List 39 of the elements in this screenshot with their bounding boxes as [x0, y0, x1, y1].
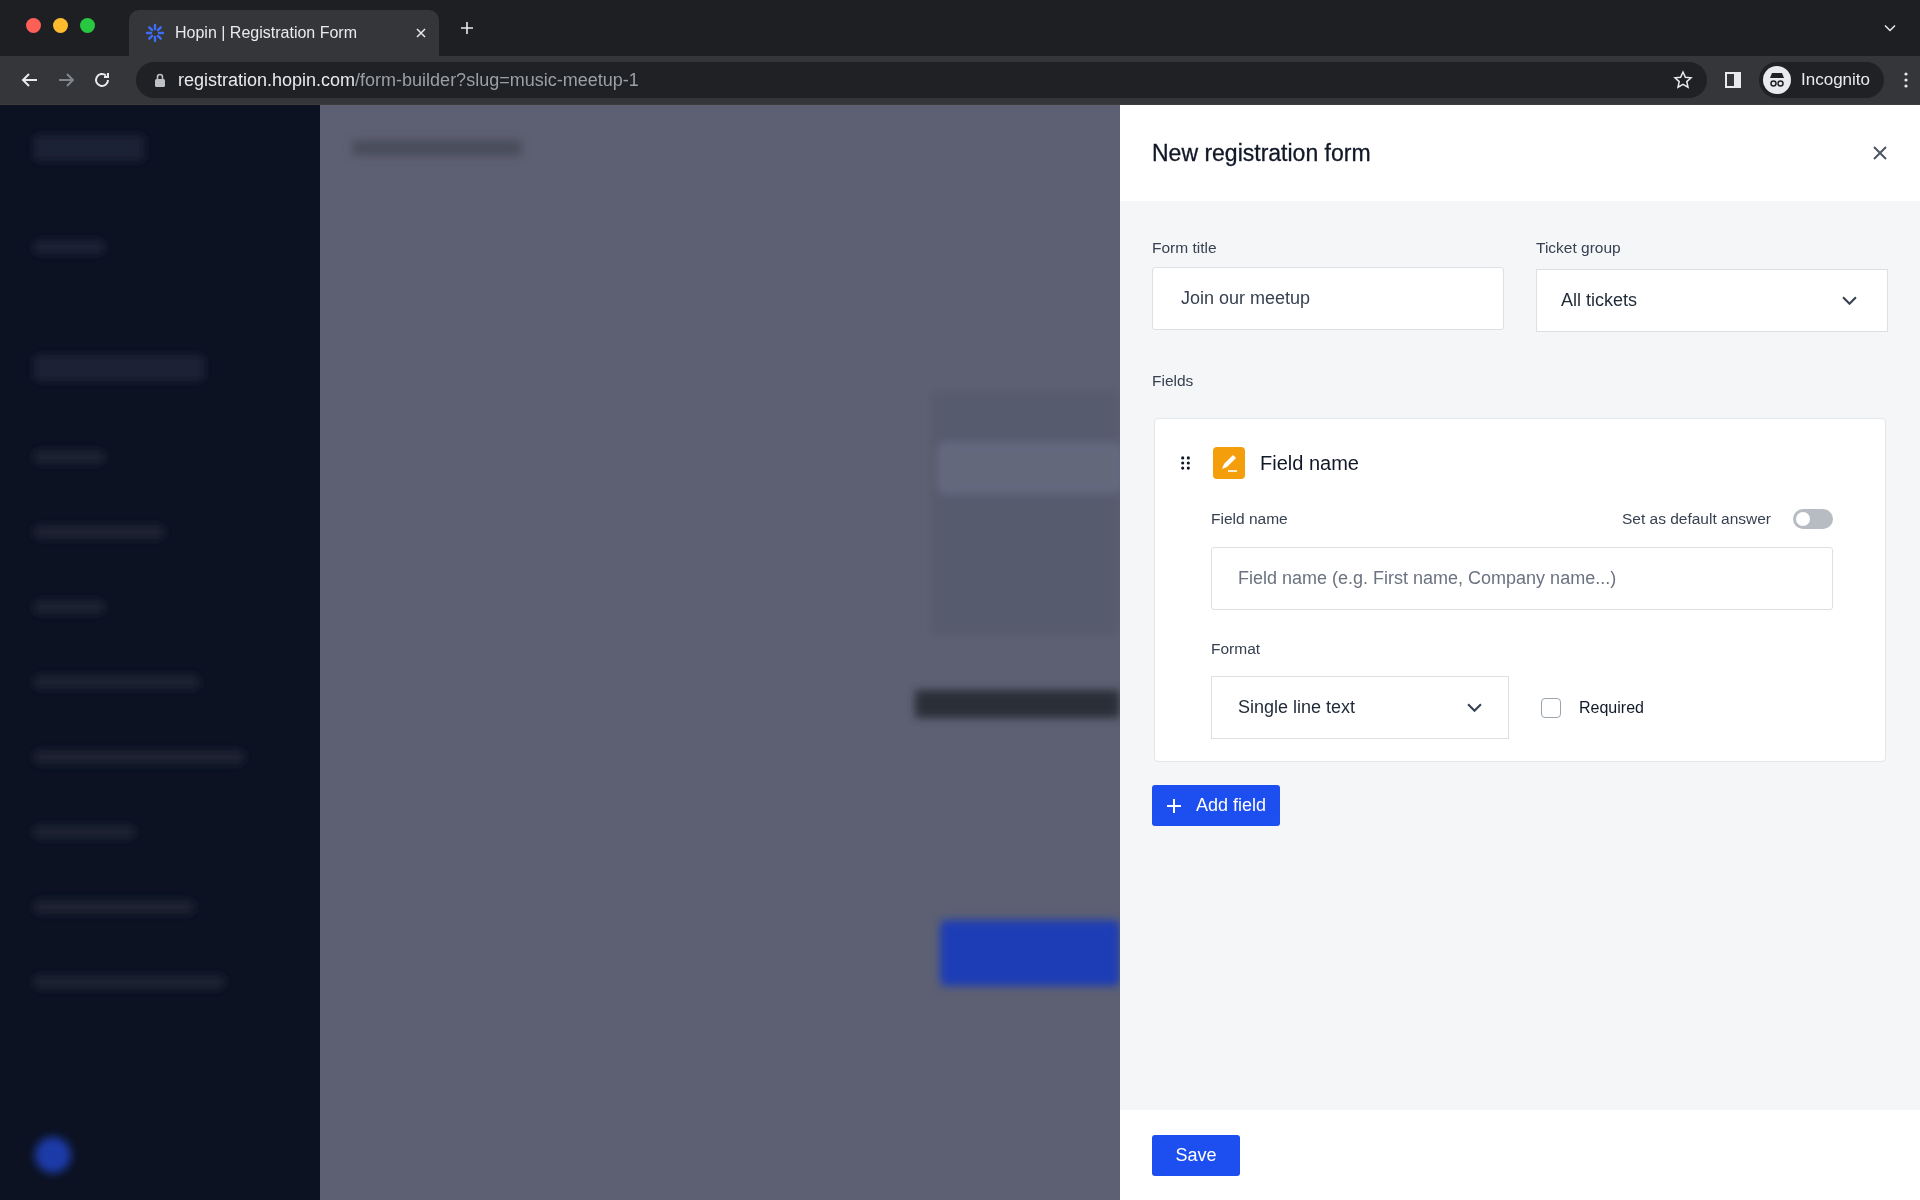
format-label: Format — [1211, 640, 1262, 658]
ticket-group-label: Ticket group — [1536, 239, 1622, 257]
default-answer-toggle[interactable] — [1793, 509, 1833, 529]
new-tab-icon[interactable] — [459, 20, 475, 36]
browser-tab[interactable]: Hopin | Registration Form — [129, 10, 439, 56]
field-name-field[interactable]: Field name (e.g. First name, Company name...) — [1211, 547, 1833, 610]
lock-icon — [154, 73, 166, 87]
default-answer-label: Set as default answer — [1621, 510, 1771, 528]
incognito-profile-button[interactable]: Incognito — [1759, 62, 1884, 98]
bookmark-star-icon[interactable] — [1673, 70, 1693, 90]
maximize-window-icon[interactable] — [80, 17, 95, 33]
required-checkbox[interactable] — [1541, 697, 1561, 718]
form-title-label: Form title — [1152, 239, 1218, 257]
address-bar[interactable]: registration.hopin.com/form-builder?slug=music-meetup-1 — [136, 62, 1707, 98]
form-title-field[interactable]: Join our meetup — [1152, 267, 1504, 330]
add-field-button[interactable]: Add field — [1152, 785, 1281, 826]
browser-menu-icon[interactable] — [1904, 72, 1908, 88]
save-button[interactable]: Save — [1152, 1134, 1240, 1176]
close-window-icon[interactable] — [26, 17, 41, 33]
required-label: Required — [1579, 698, 1644, 717]
minimize-window-icon[interactable] — [53, 17, 68, 33]
incognito-icon — [1763, 66, 1791, 94]
reload-icon[interactable] — [92, 70, 112, 90]
chevron-down-icon — [1467, 703, 1482, 712]
side-panel-icon[interactable] — [1723, 70, 1743, 90]
plus-icon — [1166, 797, 1182, 814]
tab-list-icon[interactable] — [1884, 24, 1896, 32]
favicon-icon — [145, 23, 165, 43]
panel-title: New registration form — [1152, 139, 1372, 167]
ticket-group-select[interactable]: All tickets — [1536, 269, 1888, 332]
chevron-down-icon — [1842, 296, 1857, 305]
field-name-label: Field name — [1211, 510, 1288, 528]
fields-label: Fields — [1152, 372, 1194, 390]
close-icon[interactable] — [1872, 145, 1888, 161]
field-title: Field name — [1260, 451, 1359, 475]
drag-handle-icon[interactable] — [1181, 456, 1190, 470]
format-select[interactable]: Single line text — [1211, 676, 1509, 739]
pencil-icon — [1213, 447, 1245, 479]
close-tab-icon[interactable] — [415, 27, 427, 39]
